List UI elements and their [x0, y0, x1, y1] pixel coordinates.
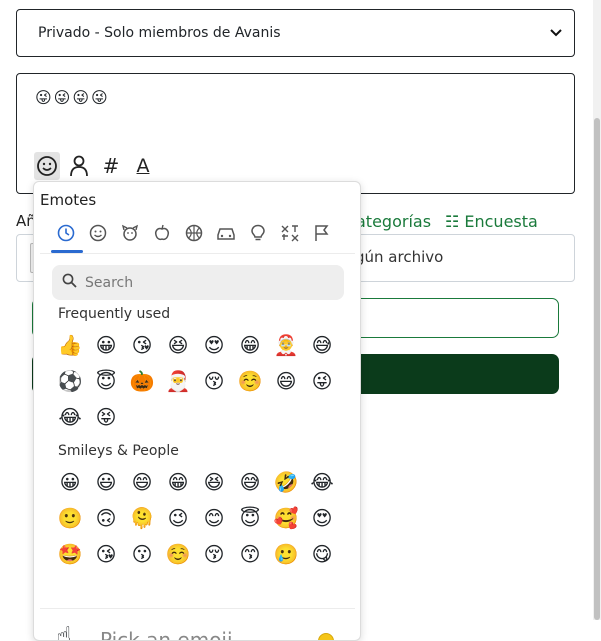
- preview-emoji-icon: ☝: [56, 622, 72, 641]
- emoji-item[interactable]: 😜: [304, 363, 340, 399]
- emoji-search-input[interactable]: [83, 273, 323, 292]
- emoji-item[interactable]: 😃: [88, 464, 124, 500]
- emoji-item[interactable]: 😚: [196, 363, 232, 399]
- text-format-tool-icon[interactable]: A: [130, 152, 156, 180]
- emoji-item[interactable]: 😊: [196, 500, 232, 536]
- emoji-item[interactable]: ☺️: [232, 363, 268, 399]
- search-icon: [62, 273, 77, 292]
- emoji-item[interactable]: 🎅: [160, 363, 196, 399]
- page-scrollbar-thumb[interactable]: [594, 118, 600, 620]
- emoji-item[interactable]: 😗: [124, 536, 160, 572]
- emoji-item[interactable]: 🙃: [88, 500, 124, 536]
- emoji-item[interactable]: 😇: [88, 363, 124, 399]
- section-label-frequent: Frequently used: [58, 306, 171, 322]
- privacy-select-value: Privado - Solo miembros de Avanis: [38, 25, 281, 41]
- emoji-item[interactable]: 🤩: [52, 536, 88, 572]
- emoji-item[interactable]: 😁: [232, 327, 268, 363]
- emoji-item[interactable]: 😂: [304, 464, 340, 500]
- emoji-item[interactable]: 🤶: [268, 327, 304, 363]
- category-activities-icon[interactable]: [178, 220, 210, 246]
- emoji-item[interactable]: 😂: [52, 399, 88, 435]
- editor-toolbar: # A: [34, 152, 156, 180]
- emoji-item[interactable]: 😝: [88, 399, 124, 435]
- preview-placeholder: Pick an emoji…: [100, 628, 253, 641]
- category-objects-icon[interactable]: [242, 220, 274, 246]
- emoji-item[interactable]: 😆: [196, 464, 232, 500]
- emoji-item[interactable]: 😙: [232, 536, 268, 572]
- emoji-item[interactable]: 😀: [88, 327, 124, 363]
- emoji-item[interactable]: 😍: [304, 500, 340, 536]
- emoji-item[interactable]: 🎃: [124, 363, 160, 399]
- category-smileys-icon[interactable]: [82, 220, 114, 246]
- emoji-item[interactable]: 🫠: [124, 500, 160, 536]
- emoji-item[interactable]: 😚: [196, 536, 232, 572]
- emoji-item[interactable]: 😋: [304, 536, 340, 572]
- emoji-item[interactable]: 🥰: [268, 500, 304, 536]
- category-flags-icon[interactable]: [306, 220, 338, 246]
- background-links: ategorías ☷ Encuesta: [356, 212, 538, 231]
- categorias-link[interactable]: ategorías: [356, 212, 431, 231]
- emoji-item[interactable]: 😍: [196, 327, 232, 363]
- privacy-select[interactable]: Privado - Solo miembros de Avanis: [16, 9, 575, 57]
- emoji-item[interactable]: 😄: [268, 363, 304, 399]
- emoji-item[interactable]: 😀: [52, 464, 88, 500]
- chevron-down-icon: [550, 25, 562, 41]
- emoji-item[interactable]: 😆: [160, 327, 196, 363]
- section-label-smileys: Smileys & People: [58, 443, 179, 459]
- preview-divider: [40, 608, 355, 609]
- page-scrollbar[interactable]: [593, 0, 601, 620]
- category-animals-icon[interactable]: [114, 220, 146, 246]
- emoji-item[interactable]: 😇: [232, 500, 268, 536]
- emoji-tool-icon[interactable]: [34, 152, 60, 180]
- emoji-item[interactable]: 🤣: [268, 464, 304, 500]
- emoji-item[interactable]: 😘: [88, 536, 124, 572]
- file-status-text: gún archivo: [355, 248, 444, 266]
- skin-tone-button[interactable]: [318, 633, 334, 640]
- emoji-item[interactable]: 😅: [304, 327, 340, 363]
- emoji-item[interactable]: ⚽: [52, 363, 88, 399]
- emoji-item[interactable]: 😁: [160, 464, 196, 500]
- emoji-item[interactable]: 😘: [124, 327, 160, 363]
- emoji-grid-smileys: 😀 😃 😄 😁 😆 😅 🤣 😂 🙂 🙃 🫠 😉 😊 😇 🥰 😍 🤩 😘 😗 ☺️ 😚 😙 🥲 😋: [52, 464, 340, 572]
- picker-title: Emotes: [40, 191, 97, 209]
- emoji-item[interactable]: 😄: [124, 464, 160, 500]
- encuesta-link[interactable]: ☷ Encuesta: [445, 212, 538, 231]
- emoji-item[interactable]: ☺️: [160, 536, 196, 572]
- emoji-item[interactable]: 😉: [160, 500, 196, 536]
- picker-category-bar: [50, 220, 338, 246]
- picker-body: Frequently used 👍😀😘😆😍😁🤶😅⚽😇🎃🎅😚☺️😄😜😂😝 Smil…: [40, 212, 355, 640]
- emoji-item[interactable]: 😅: [232, 464, 268, 500]
- mention-tool-icon[interactable]: [66, 152, 92, 180]
- emoji-item[interactable]: 🥲: [268, 536, 304, 572]
- emoji-search-box[interactable]: [52, 265, 344, 300]
- hashtag-tool-icon[interactable]: #: [98, 152, 124, 180]
- emoji-grid-frequent: 👍 😀 😘 😆 😍 😁 🤶 😅 ⚽ 😇 🎃 🎅 😚 ☺️ 😄 😜 😂 😝: [52, 327, 340, 435]
- category-divider: [40, 253, 355, 254]
- emoji-item[interactable]: 🙂: [52, 500, 88, 536]
- emoji-picker: Emotes Search Frequently used 👍 😀 😘 😆 😍 …: [33, 181, 361, 641]
- category-food-icon[interactable]: [146, 220, 178, 246]
- category-travel-icon[interactable]: [210, 220, 242, 246]
- list-icon: ☷: [445, 212, 460, 231]
- emoji-item[interactable]: 👍: [52, 327, 88, 363]
- category-recent-icon[interactable]: [50, 220, 82, 246]
- category-symbols-icon[interactable]: [274, 220, 306, 246]
- editor-content[interactable]: 😜😜😜😜: [35, 88, 110, 107]
- post-editor[interactable]: 😜😜😜😜 # A: [16, 73, 575, 194]
